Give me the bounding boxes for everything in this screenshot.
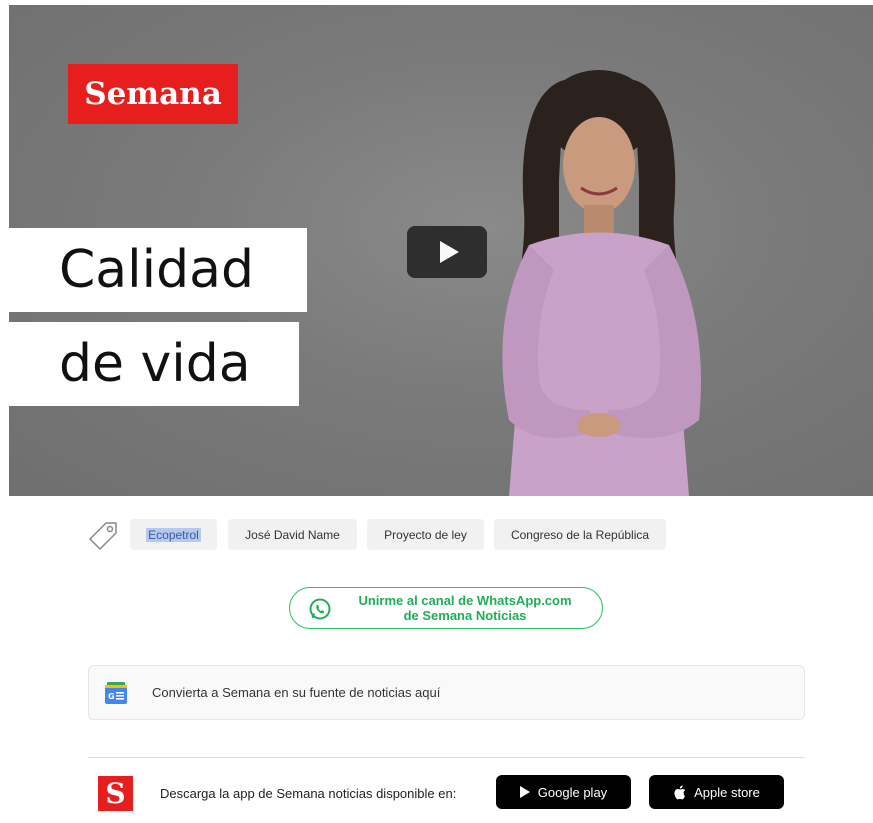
svg-text:G: G [108, 692, 115, 701]
tag-congreso[interactable]: Congreso de la República [494, 519, 666, 550]
whatsapp-label: Unirme al canal de WhatsApp.com de Seman… [340, 593, 590, 623]
google-play-label: Google play [537, 784, 608, 800]
tag-ecopetrol[interactable]: Ecopetrol [130, 519, 217, 550]
tag-label: Ecopetrol [146, 527, 201, 542]
google-play-icon [519, 786, 530, 798]
google-play-button[interactable]: Google play [496, 775, 631, 809]
whatsapp-label-line2: de Semana Noticias [403, 608, 527, 623]
whatsapp-label-line1: Unirme al canal de WhatsApp.com [358, 593, 572, 608]
semana-app-logo: S [98, 776, 133, 811]
apple-store-label: Apple store [694, 784, 760, 800]
google-news-text: Convierta a Semana en su fuente de notic… [152, 685, 441, 700]
semana-logo: Semana [68, 64, 238, 124]
tag-icon [89, 522, 117, 550]
whatsapp-channel-button[interactable]: Unirme al canal de WhatsApp.com de Seman… [289, 587, 603, 629]
video-player[interactable]: Semana Calidad de vida [9, 5, 873, 496]
video-title-line2: de vida [9, 322, 299, 406]
google-news-follow[interactable]: G Convierta a Semana en su fuente de not… [88, 665, 805, 720]
divider [88, 757, 805, 758]
video-title-line1: Calidad [9, 228, 307, 312]
tag-jose-david-name[interactable]: José David Name [228, 519, 357, 550]
play-button[interactable] [407, 226, 487, 278]
whatsapp-icon [309, 598, 331, 620]
presenter-image [502, 70, 701, 496]
play-icon [439, 241, 459, 263]
tag-proyecto-de-ley[interactable]: Proyecto de ley [367, 519, 484, 550]
app-download-text: Descarga la app de Semana noticias dispo… [160, 786, 457, 801]
apple-icon [674, 784, 686, 799]
apple-store-button[interactable]: Apple store [649, 775, 784, 809]
google-news-icon: G [105, 682, 127, 704]
